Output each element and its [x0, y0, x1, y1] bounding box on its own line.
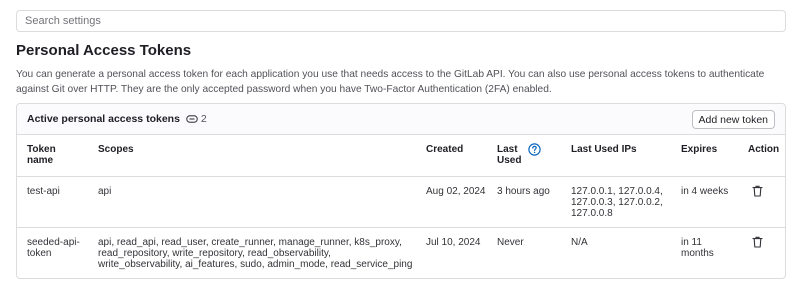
token-icon — [186, 115, 198, 123]
token-name: seeded-api-token — [27, 237, 80, 259]
question-circle-icon[interactable] — [528, 143, 541, 156]
column-created: Created — [426, 144, 464, 155]
token-created: Aug 02, 2024 — [426, 186, 486, 197]
trash-icon[interactable] — [752, 236, 763, 248]
token-count-badge: 2 — [186, 113, 207, 125]
token-created: Jul 10, 2024 — [426, 237, 481, 248]
page-title: Personal Access Tokens — [16, 42, 192, 59]
token-expires: in 4 weeks — [681, 186, 729, 197]
card-title: Active personal access tokens — [27, 113, 180, 125]
section-description: You can generate a personal access token… — [16, 69, 765, 95]
token-last-used: 3 hours ago — [497, 186, 550, 197]
search-input[interactable] — [16, 10, 786, 32]
token-last-used-ips: N/A — [571, 237, 588, 248]
add-new-token-button[interactable]: Add new token — [691, 110, 775, 129]
column-scopes: Scopes — [98, 144, 134, 155]
token-name: test-api — [27, 186, 60, 197]
column-expires: Expires — [681, 144, 718, 155]
token-last-used-ips: 127.0.0.1, 127.0.0.4, 127.0.0.3, 127.0.0… — [571, 186, 663, 219]
token-count: 2 — [200, 113, 207, 125]
trash-icon[interactable] — [752, 185, 763, 197]
tokens-card: Active personal access tokens 2 Add new … — [16, 103, 786, 279]
column-action: Action — [748, 144, 780, 155]
table-row: test-api api Aug 02, 2024 3 hours ago 12… — [17, 177, 785, 228]
table-row: seeded-api-token api, read_api, read_use… — [17, 228, 785, 278]
column-token-name: Token name — [27, 144, 56, 166]
table-header: Token name Scopes Created Last Used Last… — [17, 135, 785, 177]
card-header: Active personal access tokens 2 Add new … — [17, 104, 785, 135]
token-scopes: api — [98, 186, 112, 197]
column-last-used: Last Used — [497, 144, 522, 166]
token-expires: in 11 months — [681, 237, 714, 259]
token-last-used: Never — [497, 237, 524, 248]
column-last-used-ips: Last Used IPs — [571, 144, 637, 155]
token-scopes: api, read_api, read_user, create_runner,… — [98, 237, 413, 270]
